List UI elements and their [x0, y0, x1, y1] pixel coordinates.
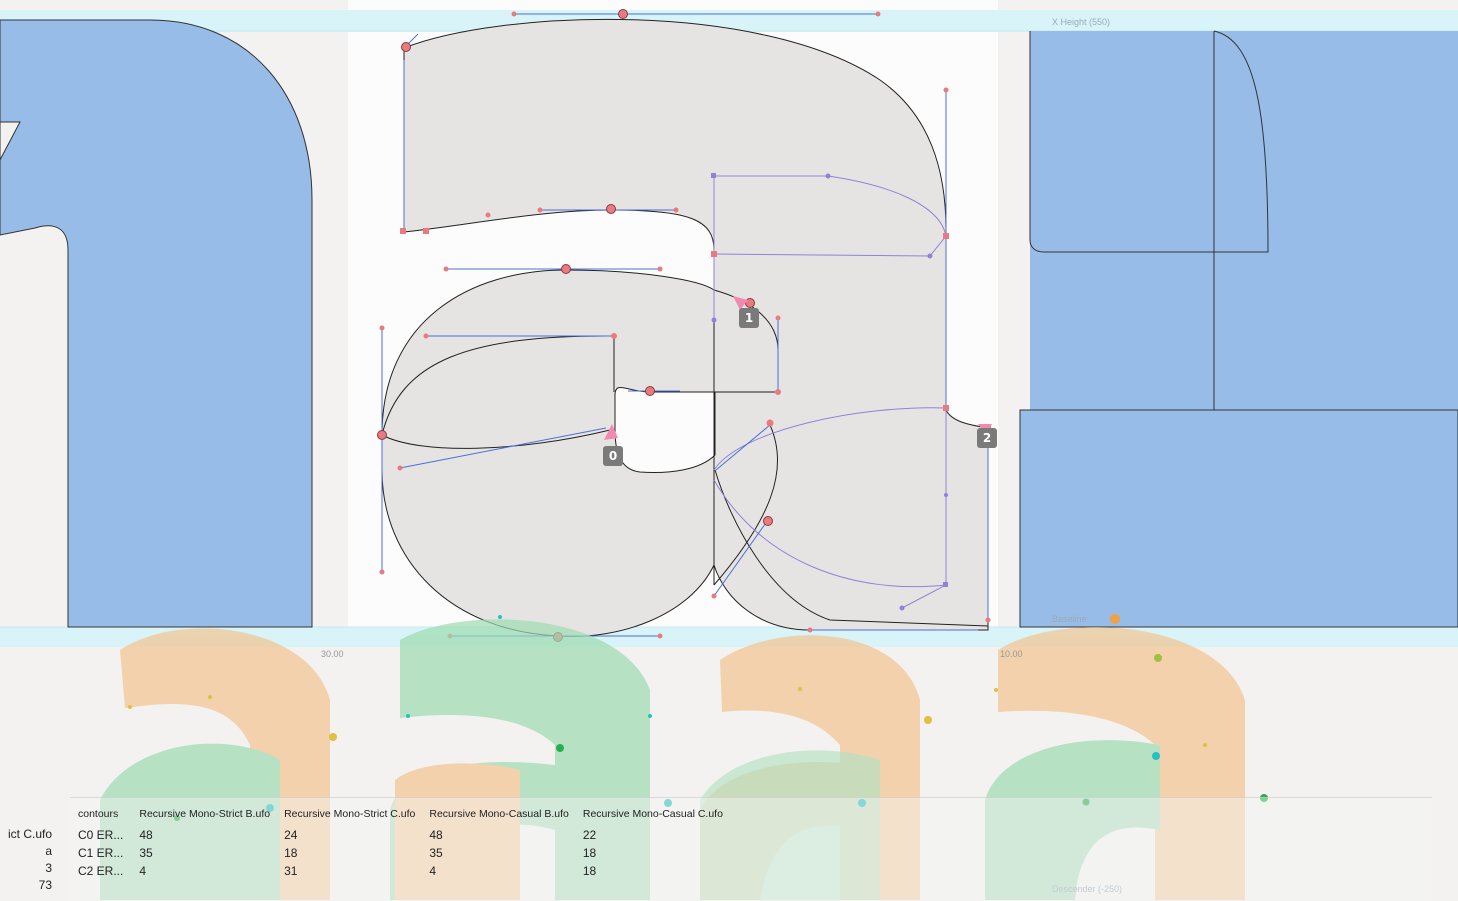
glyph-canvas[interactable]: X Height (550) Baseline Descender (-250)…	[0, 0, 1458, 900]
glyph-editor-svg[interactable]	[0, 0, 1458, 900]
contour-comparison-table: contours Recursive Mono-Strict B.ufo Rec…	[70, 798, 729, 880]
baseline-label: Baseline	[1052, 614, 1087, 624]
glyph-info-panel: ict C.ufo a 3 73	[0, 826, 54, 894]
column-header[interactable]: Recursive Mono-Strict B.ufo	[131, 798, 276, 826]
table-row[interactable]: C0 ER... 48 24 48 22	[70, 826, 729, 844]
contour-start-badge-0[interactable]: 0	[603, 446, 623, 466]
font-file-name: ict C.ufo	[7, 827, 52, 841]
contour-start-badge-1[interactable]: 1	[739, 308, 759, 328]
cell: 18	[582, 846, 597, 860]
column-header[interactable]: Recursive Mono-Strict C.ufo	[276, 798, 421, 826]
cell: 4	[429, 864, 437, 878]
contour-count: 3	[45, 861, 52, 875]
cell: 18	[582, 864, 597, 878]
neighbor-glyph-right-top-outline	[1029, 30, 1269, 253]
left-sidebearing-value: 30.00	[321, 649, 344, 659]
cell: 18	[284, 846, 298, 860]
cell: 35	[139, 846, 153, 860]
row-name: C0 ER...	[78, 828, 124, 842]
glyph-name: a	[45, 844, 52, 858]
cell: 35	[429, 846, 443, 860]
neighbor-glyph-right-bottom	[1019, 409, 1458, 628]
contour-start-badge-2[interactable]: 2	[977, 428, 997, 448]
cell: 22	[582, 828, 597, 842]
point-count: 73	[38, 878, 52, 892]
column-header[interactable]: Recursive Mono-Casual C.ufo	[575, 798, 729, 826]
table-row[interactable]: C1 ER... 35 18 35 18	[70, 844, 729, 862]
cell: 4	[139, 864, 147, 878]
column-header[interactable]: contours	[70, 798, 131, 826]
row-name: C1 ER...	[78, 846, 124, 860]
cell: 48	[139, 828, 153, 842]
x-height-label: X Height (550)	[1052, 17, 1111, 27]
row-name: C2 ER...	[78, 864, 124, 878]
cell: 31	[284, 864, 298, 878]
table-row[interactable]: C2 ER... 4 31 4 18	[70, 862, 729, 880]
cell: 48	[429, 828, 443, 842]
right-sidebearing-value: 10.00	[1000, 649, 1023, 659]
table-header-row: contours Recursive Mono-Strict B.ufo Rec…	[70, 798, 729, 826]
anchor-point[interactable]	[1110, 614, 1120, 624]
cell: 24	[284, 828, 298, 842]
compatibility-table: contours Recursive Mono-Strict B.ufo Rec…	[70, 797, 1432, 901]
column-header[interactable]: Recursive Mono-Casual B.ufo	[421, 798, 574, 826]
main-glyph-outer	[381, 18, 989, 637]
